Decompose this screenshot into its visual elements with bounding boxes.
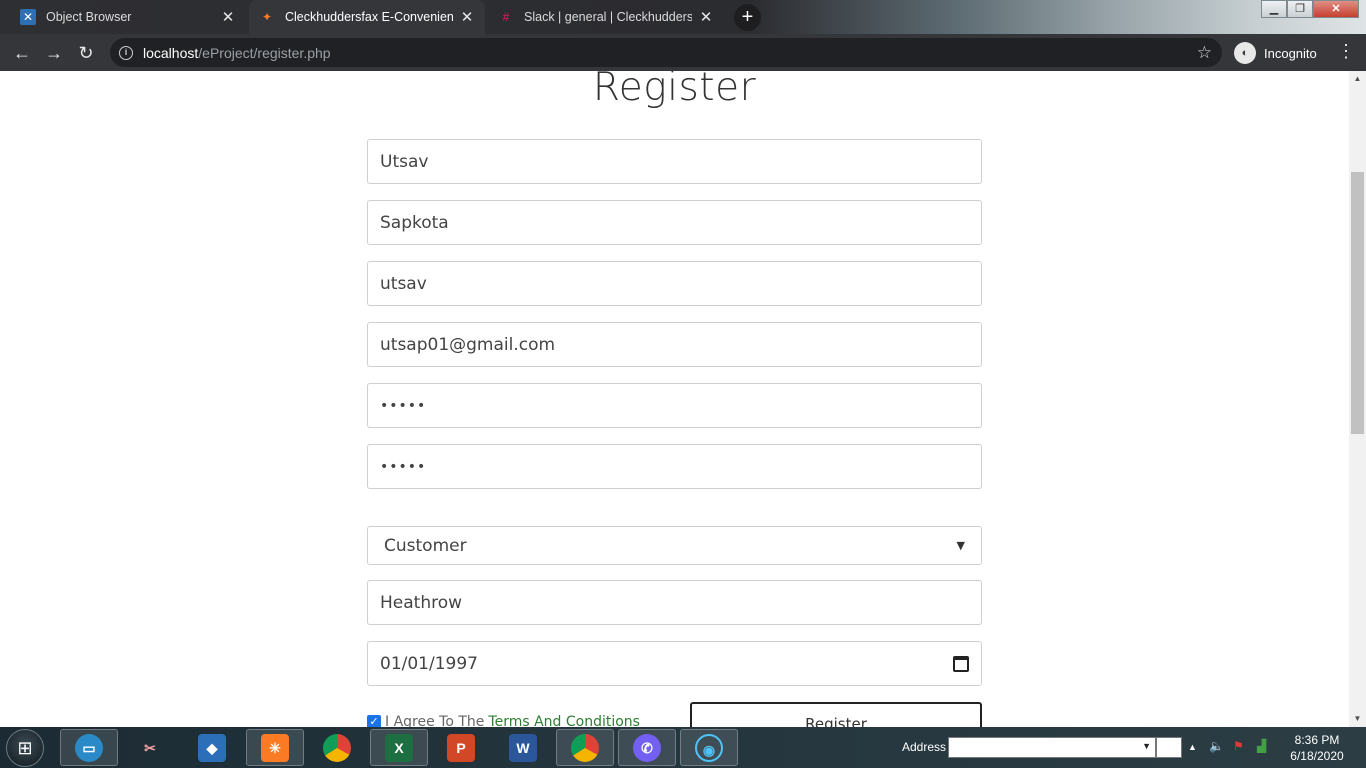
eye-icon: ◉	[695, 733, 723, 762]
back-button[interactable]: ←	[9, 40, 35, 66]
security-flag-icon[interactable]: ⚑	[1233, 739, 1244, 753]
incognito-icon: ◐	[1234, 42, 1256, 64]
incognito-indicator[interactable]: ◐ Incognito	[1234, 42, 1317, 64]
show-hidden-icons-icon[interactable]: ▲	[1188, 742, 1197, 752]
page-title: Register	[592, 71, 757, 110]
taskbar-file-explorer[interactable]: ▭	[60, 729, 118, 766]
new-tab-button[interactable]: +	[734, 4, 761, 31]
confirm-password-field[interactable]: •••••	[367, 444, 982, 489]
taskbar-word[interactable]: W	[494, 729, 552, 766]
role-select-value: Customer	[384, 535, 467, 556]
chrome-icon	[323, 733, 351, 762]
speaker-icon[interactable]: 🔈	[1209, 739, 1224, 753]
incognito-label: Incognito	[1264, 45, 1317, 61]
forward-button[interactable]: →	[41, 40, 67, 66]
snipping-tool-icon: ✂	[144, 739, 156, 756]
close-tab-icon[interactable]: ✕	[698, 8, 714, 26]
terms-agreement: ✓ I Agree To The Terms And Conditions	[367, 714, 640, 727]
terms-link[interactable]: Terms And Conditions	[488, 714, 640, 727]
tab-title: Slack | general | Cleckhuddersfax	[524, 10, 692, 24]
browser-menu-icon[interactable]: ⋮	[1337, 41, 1355, 62]
close-window-button[interactable]: ✕	[1313, 0, 1359, 18]
bookmark-star-icon[interactable]: ☆	[1197, 43, 1212, 63]
tab-title: Object Browser	[46, 10, 132, 24]
chrome-icon	[571, 733, 599, 762]
url-text: localhost/eProject/register.php	[143, 45, 331, 61]
date-of-birth-value: 01/01/1997	[380, 653, 478, 674]
restore-button[interactable]: ❐	[1287, 0, 1313, 18]
network-icon[interactable]: ▟	[1257, 739, 1266, 753]
close-tab-icon[interactable]: ✕	[459, 8, 475, 26]
windows-taskbar: ⊞ ▭ ✂ ◆ ✳ X P W ✆ ◉ Address ▼ ▲ 🔈 ⚑ ▟ 8:…	[0, 727, 1366, 768]
chevron-down-icon: ▼	[956, 539, 965, 552]
password-field[interactable]: •••••	[367, 383, 982, 428]
cube-icon: ◆	[198, 733, 226, 762]
page-viewport: Register Utsav Sapkota utsav utsap01@gma…	[0, 71, 1349, 727]
tab-slack[interactable]: # Slack | general | Cleckhuddersfax ✕	[488, 0, 724, 34]
powerpoint-icon: P	[447, 733, 475, 762]
scrollbar-thumb[interactable]	[1351, 172, 1364, 434]
clock-date: 6/18/2020	[1290, 749, 1344, 763]
taskbar-xampp[interactable]: ✳	[246, 729, 304, 766]
close-tab-icon[interactable]: ✕	[220, 8, 236, 26]
object-browser-icon: ✕	[20, 9, 36, 25]
taskbar-powerpoint[interactable]: P	[432, 729, 490, 766]
viber-icon: ✆	[633, 733, 661, 762]
register-button[interactable]: Register	[690, 702, 982, 727]
tab-title: Cleckhuddersfax E-Convenient St	[285, 10, 453, 24]
taskbar-app-eye[interactable]: ◉	[680, 729, 738, 766]
agree-text: I Agree To The	[385, 714, 485, 727]
xampp-icon: ✳	[261, 733, 289, 762]
slack-icon: #	[502, 10, 510, 24]
address-bar[interactable]: i localhost/eProject/register.php ☆	[110, 38, 1222, 67]
scroll-down-arrow-icon[interactable]: ▼	[1349, 714, 1366, 723]
browser-toolbar: ← → ↻ i localhost/eProject/register.php …	[0, 34, 1366, 71]
excel-icon: X	[385, 733, 413, 762]
word-icon: W	[509, 733, 537, 762]
taskbar-excel[interactable]: X	[370, 729, 428, 766]
reload-button[interactable]: ↻	[73, 40, 99, 66]
scroll-up-arrow-icon[interactable]: ▲	[1349, 74, 1366, 83]
username-field[interactable]: utsav	[367, 261, 982, 306]
tab-object-browser[interactable]: ✕ Object Browser ✕	[10, 0, 246, 34]
file-explorer-icon: ▭	[75, 733, 103, 762]
address-toolbar-input[interactable]: ▼	[948, 737, 1156, 758]
date-of-birth-field[interactable]: 01/01/1997	[367, 641, 982, 686]
address-toolbar-label: Address	[902, 740, 947, 754]
url-host: localhost	[143, 44, 199, 61]
calendar-icon[interactable]	[953, 655, 969, 672]
agree-checkbox[interactable]: ✓	[367, 715, 381, 727]
email-field[interactable]: utsap01@gmail.com	[367, 322, 982, 367]
minimize-button[interactable]: ▁	[1261, 0, 1287, 18]
clock-time: 8:36 PM	[1294, 733, 1340, 747]
taskbar-chrome[interactable]	[308, 729, 366, 766]
browser-tab-strip: ✕ Object Browser ✕ ✦ Cleckhuddersfax E-C…	[0, 0, 1366, 34]
last-name-field[interactable]: Sapkota	[367, 200, 982, 245]
address-field[interactable]: Heathrow	[367, 580, 982, 625]
window-controls: ▁ ❐ ✕	[1261, 0, 1359, 18]
site-info-icon[interactable]: i	[119, 45, 133, 60]
system-clock[interactable]: 8:36 PM 6/18/2020	[1284, 732, 1350, 764]
taskbar-viber[interactable]: ✆	[618, 729, 676, 766]
xampp-icon: ✦	[261, 10, 273, 24]
chevron-down-icon[interactable]: ▼	[1142, 741, 1151, 751]
address-go-button[interactable]	[1156, 737, 1182, 758]
page-scrollbar[interactable]: ▲ ▼	[1349, 71, 1366, 727]
url-path: /eProject/register.php	[198, 44, 331, 61]
start-button[interactable]: ⊞	[6, 729, 44, 767]
first-name-field[interactable]: Utsav	[367, 139, 982, 184]
taskbar-chrome-incognito[interactable]	[556, 729, 614, 766]
taskbar-virtualbox[interactable]: ◆	[183, 729, 241, 766]
role-select[interactable]: Customer ▼	[367, 526, 982, 565]
taskbar-snipping-tool[interactable]: ✂	[121, 729, 179, 766]
tab-cleckhuddersfax[interactable]: ✦ Cleckhuddersfax E-Convenient St ✕	[249, 0, 485, 34]
